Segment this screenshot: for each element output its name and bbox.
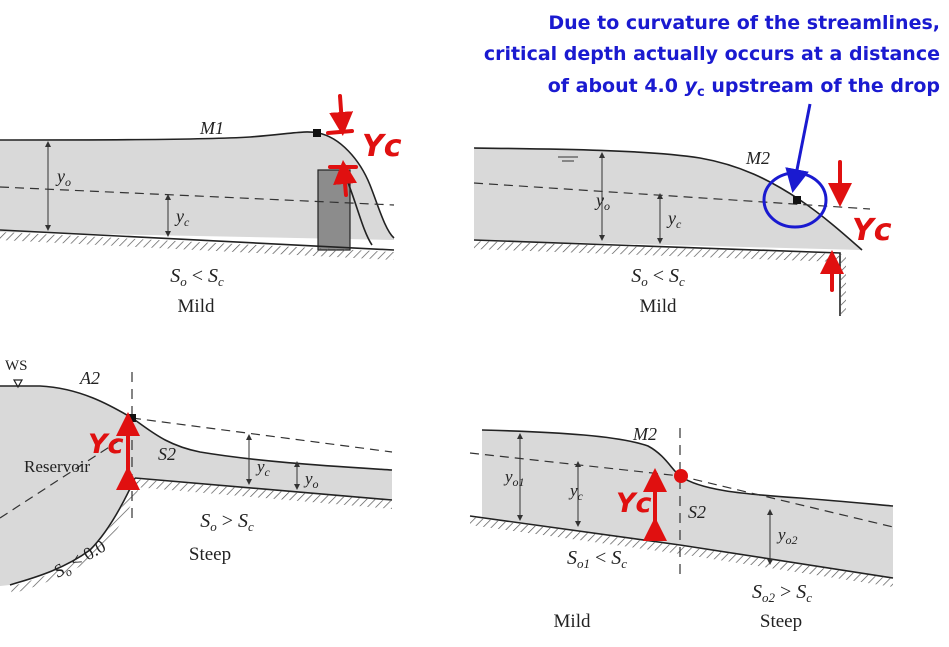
- annotation-pointer-arrow: [785, 103, 812, 193]
- red-arrow-down: [329, 94, 354, 136]
- red-yc-label: Yc: [852, 213, 892, 248]
- panel-mild-to-steep: M2 S2 yo1 yc yo2 So1 < Sc So2 > Sc Mild …: [469, 424, 894, 632]
- profile-m2-label: M2: [632, 424, 657, 444]
- slope-relation: So > Sc: [200, 510, 254, 534]
- critical-point-marker: [793, 196, 801, 204]
- panel-m2-free-overfall: M2 yo yc So < Sc Mild Yc: [473, 147, 892, 317]
- ws-label: WS: [5, 358, 28, 374]
- profile-s2-label: S2: [158, 444, 176, 464]
- slope-type-label: Mild: [178, 296, 215, 317]
- mild-type-label: Mild: [554, 611, 591, 632]
- red-yc-label: Yc: [88, 429, 124, 460]
- slope-type-label: Steep: [189, 544, 231, 565]
- panel-m1-mild: M1 yo yc So < Sc Mild Yc: [0, 94, 402, 317]
- red-yc-label: Yc: [362, 129, 402, 164]
- profile-s2-label: S2: [688, 502, 706, 522]
- red-tick-top: [326, 129, 354, 135]
- mild-slope-relation: So1 < Sc: [567, 547, 627, 571]
- channel-flow-diagram: Due to curvature of the streamlines, cri…: [0, 12, 940, 632]
- annotation-line-1: Due to curvature of the streamlines,: [548, 12, 940, 34]
- drop-wall-hatch: [840, 254, 846, 316]
- reservoir-label: Reservoir: [24, 457, 90, 476]
- annotation-line-3: of about 4.0 yc upstream of the drop: [548, 75, 940, 100]
- water-body: [474, 148, 862, 250]
- profile-label: M1: [199, 118, 224, 138]
- annotation-line-2: critical depth actually occurs at a dist…: [484, 43, 940, 65]
- slope-relation: So < Sc: [170, 265, 224, 289]
- profile-a2-label: A2: [79, 368, 100, 388]
- panel-reservoir-steep: WS A2 S2 Reservoir yc yo So > Sc Steep S…: [0, 358, 393, 594]
- critical-point-marker: [128, 414, 136, 422]
- steep-slope-relation: So2 > Sc: [752, 581, 812, 605]
- profile-label: M2: [745, 148, 770, 168]
- steep-type-label: Steep: [760, 611, 802, 632]
- critical-point-marker: [313, 129, 321, 137]
- critical-point-dot: [674, 469, 688, 483]
- red-arrow-up: [333, 160, 357, 197]
- slope-type-label: Mild: [640, 296, 677, 317]
- red-yc-label: Yc: [616, 488, 652, 519]
- slope-relation: So < Sc: [631, 265, 685, 289]
